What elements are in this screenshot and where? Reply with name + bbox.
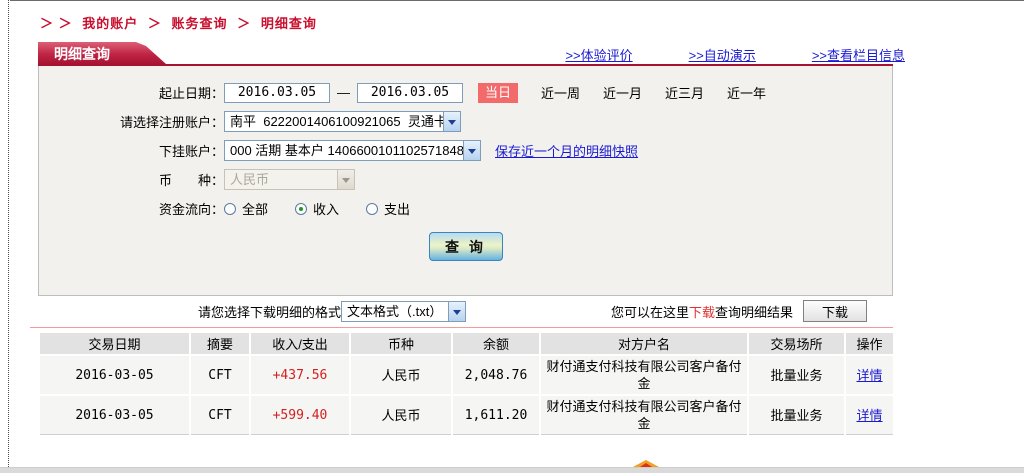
detail-link[interactable]: 详情 xyxy=(856,368,882,383)
breadcrumb-separator-icon: ＞ xyxy=(148,16,162,31)
cell-currency: 人民币 xyxy=(350,395,452,435)
flow-option-all[interactable]: 全部 xyxy=(224,199,268,218)
save-snapshot-link[interactable]: 保存近一个月的明细快照 xyxy=(495,141,638,160)
date-range-row: 起止日期： — 当日 近一周 近一月 近三月 近一年 xyxy=(39,78,892,107)
radio-icon[interactable] xyxy=(224,203,236,215)
cell-amount: +437.56 xyxy=(250,355,350,395)
date-from-input[interactable] xyxy=(224,83,330,103)
download-format-label: 请您选择下载明细的格式 xyxy=(198,302,341,321)
breadcrumb-item-my-account[interactable]: 我的账户 xyxy=(82,16,138,31)
cell-balance: 2,048.76 xyxy=(452,355,540,395)
date-range-label: 起止日期： xyxy=(39,83,224,102)
header-summary: 摘要 xyxy=(190,333,250,355)
header-currency: 币种 xyxy=(350,333,452,355)
flow-option-income-label: 收入 xyxy=(313,199,339,218)
currency-value: 人民币 xyxy=(225,170,337,189)
link-auto-demo[interactable]: >>自动演示 xyxy=(689,45,756,64)
table-row: 2016-03-05 CFT +437.56 人民币 2,048.76 财付通支… xyxy=(40,355,893,395)
download-hint-after: 查询明细结果 xyxy=(715,305,793,320)
query-button[interactable]: 查 询 xyxy=(429,232,503,261)
download-row: 请您选择下载明细的格式 文本格式（.txt） 您可以在这里下载查询明细结果 下载 xyxy=(38,298,893,324)
cell-counterparty: 财付通支付科技有限公司客户备付金 xyxy=(540,395,748,435)
download-hint-link[interactable]: 下载 xyxy=(689,305,715,320)
transaction-table: 交易日期 摘要 收入/支出 币种 余额 对方户名 交易场所 操作 2016-03… xyxy=(40,333,893,435)
range-last-3-months[interactable]: 近三月 xyxy=(665,83,704,102)
register-account-value: 南平 6222001406100921065 灵通卡 xyxy=(225,112,443,131)
sub-account-row: 下挂账户： 000 活期 基本户 1406600101102571848 保存近… xyxy=(39,136,892,165)
breadcrumb: ＞ ＞ 我的账户 ＞ 账务查询 ＞ 明细查询 xyxy=(40,13,322,32)
footer-logo-peak-tip-icon xyxy=(640,463,652,467)
radio-selected-icon[interactable] xyxy=(295,203,307,215)
cell-venue: 批量业务 xyxy=(748,355,845,395)
fund-flow-row: 资金流向： 全部 收入 支出 xyxy=(39,194,892,223)
breadcrumb-arrows-icon: ＞ ＞ xyxy=(40,16,73,31)
flow-option-expense-label: 支出 xyxy=(384,199,410,218)
cell-balance: 1,611.20 xyxy=(452,395,540,435)
link-experience-rating[interactable]: >>体验评价 xyxy=(565,45,632,64)
cell-summary: CFT xyxy=(190,355,250,395)
footer-bar xyxy=(0,467,1024,473)
cell-counterparty: 财付通支付科技有限公司客户备付金 xyxy=(540,355,748,395)
cell-date: 2016-03-05 xyxy=(40,395,190,435)
range-last-month[interactable]: 近一月 xyxy=(603,83,642,102)
breadcrumb-item-account-query[interactable]: 账务查询 xyxy=(172,16,228,31)
chevron-down-icon xyxy=(443,112,460,131)
range-last-year[interactable]: 近一年 xyxy=(727,83,766,102)
chevron-down-icon xyxy=(337,170,354,189)
cell-currency: 人民币 xyxy=(350,355,452,395)
cell-date: 2016-03-05 xyxy=(40,355,190,395)
query-form-panel: 起止日期： — 当日 近一周 近一月 近三月 近一年 请选择注册账户： 南平 6… xyxy=(38,66,893,296)
sub-account-value: 000 活期 基本户 1406600101102571848 xyxy=(225,141,463,160)
date-to-input[interactable] xyxy=(357,83,463,103)
detail-query-page: ＞ ＞ 我的账户 ＞ 账务查询 ＞ 明细查询 明细查询 >>体验评价 >>自动演… xyxy=(0,0,1024,473)
table-separator-line xyxy=(30,327,893,328)
range-last-week[interactable]: 近一周 xyxy=(541,83,580,102)
left-dotted-border xyxy=(8,0,9,473)
header-venue: 交易场所 xyxy=(748,333,845,355)
flow-option-expense[interactable]: 支出 xyxy=(366,199,410,218)
header-operation: 操作 xyxy=(845,333,893,355)
breadcrumb-separator-icon: ＞ xyxy=(237,16,251,31)
header-balance: 余额 xyxy=(452,333,540,355)
table-header-row: 交易日期 摘要 收入/支出 币种 余额 对方户名 交易场所 操作 xyxy=(40,333,893,355)
chevron-down-icon xyxy=(448,302,465,321)
flow-option-income[interactable]: 收入 xyxy=(295,199,339,218)
query-button-row: 查 询 xyxy=(39,232,892,261)
register-account-label: 请选择注册账户： xyxy=(39,112,224,131)
currency-row: 币 种： 人民币 xyxy=(39,165,892,194)
header-transaction-date: 交易日期 xyxy=(40,333,190,355)
table-row: 2016-03-05 CFT +599.40 人民币 1,611.20 财付通支… xyxy=(40,395,893,435)
sub-account-select[interactable]: 000 活期 基本户 1406600101102571848 xyxy=(224,140,481,161)
currency-select: 人民币 xyxy=(224,169,355,190)
cell-summary: CFT xyxy=(190,395,250,435)
top-border-line xyxy=(10,0,1024,1)
today-button[interactable]: 当日 xyxy=(478,83,518,103)
link-view-column-info[interactable]: >>查看栏目信息 xyxy=(812,45,905,64)
register-account-row: 请选择注册账户： 南平 6222001406100921065 灵通卡 xyxy=(39,107,892,136)
radio-icon[interactable] xyxy=(366,203,378,215)
download-result-group: 您可以在这里下载查询明细结果 下载 xyxy=(611,300,867,322)
detail-link[interactable]: 详情 xyxy=(856,408,882,423)
date-range-dash: — xyxy=(337,85,350,100)
download-hint-before: 您可以在这里 xyxy=(611,305,689,320)
fund-flow-label: 资金流向： xyxy=(39,199,224,218)
download-button[interactable]: 下载 xyxy=(803,300,867,322)
cell-venue: 批量业务 xyxy=(748,395,845,435)
download-hint: 您可以在这里下载查询明细结果 xyxy=(611,302,793,321)
currency-label: 币 种： xyxy=(39,170,224,189)
header-links: >>体验评价 >>自动演示 >>查看栏目信息 xyxy=(38,45,905,64)
download-format-value: 文本格式（.txt） xyxy=(342,302,448,321)
chevron-down-icon xyxy=(463,141,480,160)
header-counterparty: 对方户名 xyxy=(540,333,748,355)
sub-account-label: 下挂账户： xyxy=(39,141,224,160)
header-income-expense: 收入/支出 xyxy=(250,333,350,355)
download-format-select[interactable]: 文本格式（.txt） xyxy=(341,301,466,322)
breadcrumb-item-detail-query[interactable]: 明细查询 xyxy=(261,16,317,31)
flow-option-all-label: 全部 xyxy=(242,199,268,218)
cell-amount: +599.40 xyxy=(250,395,350,435)
register-account-select[interactable]: 南平 6222001406100921065 灵通卡 xyxy=(224,111,461,132)
